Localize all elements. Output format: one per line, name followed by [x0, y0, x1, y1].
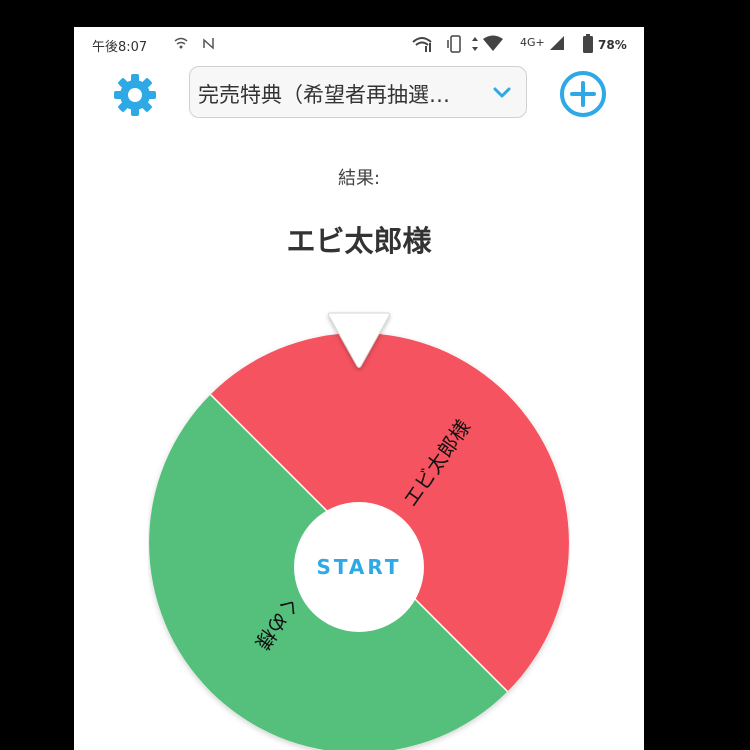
battery-icon — [583, 34, 593, 53]
plus-circle-icon[interactable] — [559, 70, 607, 118]
wifi-calling-icon — [174, 37, 188, 49]
data-arrows-icon — [472, 37, 478, 51]
wheel-pointer — [327, 312, 391, 368]
result-label: 結果: — [337, 168, 381, 189]
gear-icon[interactable] — [112, 72, 158, 118]
vibrate-icon — [447, 35, 461, 53]
status-bar: 午後8:07 4G+ 78% — [74, 27, 644, 61]
roulette-wheel: エビ太郎様 くめ様 START — [148, 332, 570, 750]
battery-percentage: 78% — [598, 38, 627, 52]
list-selector-dropdown[interactable]: 完売特典（希望者再抽選… — [189, 66, 527, 118]
app-screen: 午後8:07 4G+ 78% 完売特典（希望者再抽選… 結果: エビ太郎様 エビ… — [74, 27, 644, 750]
start-button[interactable]: START — [294, 502, 424, 632]
signal-wifi-icon — [412, 37, 432, 52]
wifi-icon — [483, 35, 503, 51]
list-selector-value: 完売特典（希望者再抽選… — [198, 83, 450, 107]
network-type: 4G+ — [520, 36, 545, 49]
status-time: 午後8:07 — [92, 40, 148, 55]
chevron-down-icon — [493, 87, 511, 98]
cell-signal-icon — [550, 36, 564, 50]
result-value: エビ太郎様 — [286, 224, 432, 258]
nfc-icon — [203, 38, 214, 50]
